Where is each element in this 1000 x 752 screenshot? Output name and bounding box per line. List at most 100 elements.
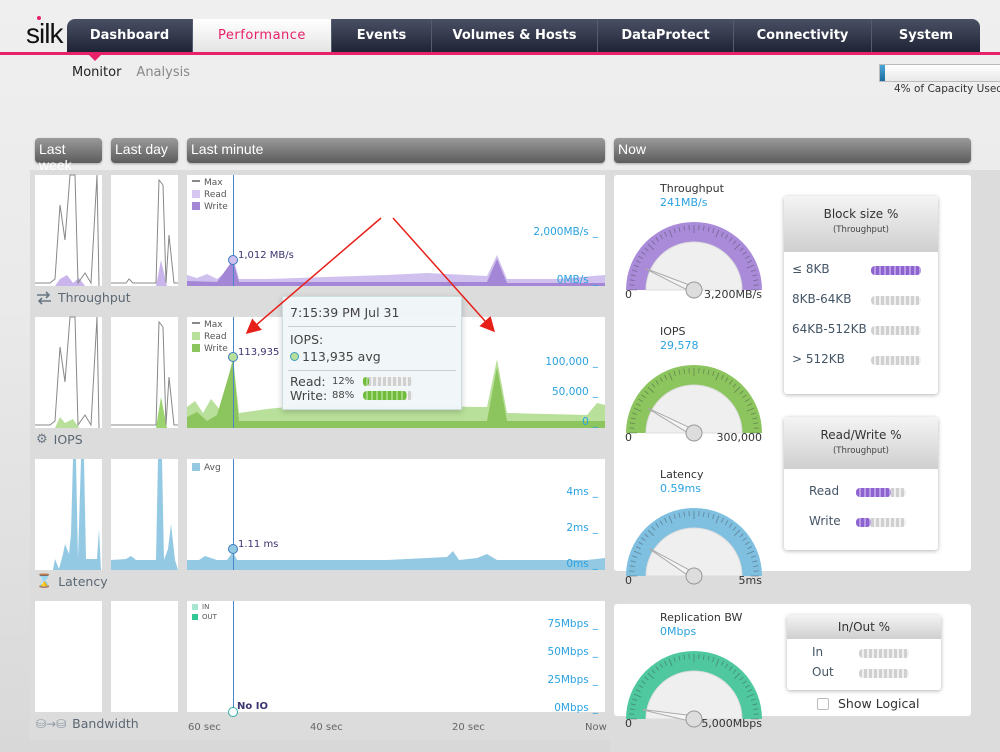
gauge-title: IOPS: [660, 325, 686, 338]
iops-axis-100000: 100,000: [545, 356, 598, 368]
read-write-bar: [856, 488, 906, 497]
latency-day-svg: [111, 459, 178, 570]
throughput-row-label: Throughput: [36, 290, 131, 305]
throughput-point-label: 1,012 MB/s: [238, 250, 294, 261]
block-size-bar: [871, 356, 921, 365]
tooltip-read-bar: [363, 377, 413, 386]
legend-max-swatch: [192, 322, 200, 324]
block-size-bar: [871, 296, 921, 305]
read-write-fill: [856, 518, 871, 527]
read-write-subtitle: (Throughput): [832, 446, 889, 456]
legend-max: Max: [192, 177, 228, 189]
tooltip-time: 7:15:39 PM Jul 31: [290, 305, 400, 320]
gauge-dial: [626, 222, 762, 299]
range-last-day[interactable]: Last day: [111, 138, 178, 163]
tooltip-write-bar: [363, 391, 413, 400]
tab-volumes-hosts[interactable]: Volumes & Hosts: [432, 19, 598, 52]
legend-read-swatch: [192, 332, 200, 340]
bandwidth-legend: IN OUT: [192, 602, 217, 622]
legend-write-swatch: [192, 202, 200, 210]
block-size-label: ≤ 8KB: [792, 262, 830, 276]
legend-out-swatch: [192, 614, 198, 620]
gauge-value: 0Mbps: [660, 625, 697, 638]
throughput-day-chart: [111, 175, 178, 286]
block-size-bar: [871, 266, 921, 275]
in-out-bar: [859, 649, 909, 658]
gauge-max: 5ms: [738, 574, 762, 587]
tooltip-metric: IOPS:: [290, 332, 324, 347]
iops-axis-50000: 50,000: [552, 386, 598, 398]
iops-tooltip: 7:15:39 PM Jul 31 IOPS: 113,935 avg Read…: [282, 296, 462, 410]
throughput-cursor-line[interactable]: [233, 175, 234, 286]
gauge-value: 0.59ms: [660, 482, 701, 495]
block-size-bar: [871, 326, 921, 335]
nav-underline: [0, 52, 1000, 55]
main-nav: Dashboard Performance Events Volumes & H…: [67, 19, 980, 52]
iops-point-label: 113,935: [238, 347, 280, 358]
block-size-subtitle: (Throughput): [832, 225, 889, 235]
gauge-max: 300,000: [716, 431, 763, 444]
legend-read: Read: [192, 189, 228, 201]
capacity-bar: [879, 64, 1000, 82]
tooltip-divider: [288, 370, 456, 371]
subnav: Monitor Analysis: [72, 65, 190, 80]
throughput-legend: Max Read Write: [192, 177, 228, 213]
x-axis-60sec: 60 sec: [188, 722, 221, 733]
legend-read-swatch: [192, 190, 200, 198]
tab-dataprotect[interactable]: DataProtect: [598, 19, 734, 52]
tooltip-read-pct: 12%: [332, 376, 355, 387]
throughput-week-svg: [35, 174, 100, 287]
subnav-monitor[interactable]: Monitor: [72, 65, 121, 80]
x-axis-40sec: 40 sec: [310, 722, 343, 733]
throughput-arrows-icon: [37, 290, 51, 305]
tab-system[interactable]: System: [872, 19, 980, 52]
range-now[interactable]: Now: [614, 138, 971, 163]
logo-dot: [37, 16, 41, 20]
latency-day-area: [111, 459, 178, 570]
tooltip-series-dot: [290, 352, 299, 361]
bandwidth-axis-50: 50Mbps: [548, 646, 598, 658]
read-write-fill: [856, 488, 891, 497]
range-last-minute[interactable]: Last minute: [187, 138, 605, 163]
gauge-needle-tip: [634, 704, 643, 713]
iops-row-label: ⚙ IOPS: [36, 432, 83, 447]
show-logical-checkbox[interactable]: [817, 698, 829, 710]
latency-week-chart: [35, 459, 102, 570]
gauge-value: 29,578: [660, 339, 699, 352]
tab-performance[interactable]: Performance: [193, 19, 332, 52]
throughput-day-max: [111, 178, 178, 284]
show-logical-label[interactable]: Show Logical: [838, 696, 920, 711]
gauge-max: 5,000Mbps: [701, 717, 762, 730]
subnav-analysis[interactable]: Analysis: [136, 65, 190, 80]
gauge-needle-tip: [640, 402, 649, 411]
bandwidth-cursor-line[interactable]: [233, 601, 234, 712]
gauge-dial: [626, 365, 762, 442]
tooltip-write-pct: 88%: [332, 390, 355, 401]
gauge-min: 0: [625, 288, 632, 301]
tab-events[interactable]: Events: [332, 19, 432, 52]
throughput-week-chart: [35, 174, 102, 287]
latency-cursor-point: [228, 544, 238, 554]
legend-out: OUT: [192, 612, 217, 622]
read-write-card: Read/Write % (Throughput) Read Write: [784, 417, 938, 550]
read-write-title: Read/Write %: [820, 428, 902, 442]
capacity-fill: [880, 65, 885, 81]
latency-minute-chart: [187, 459, 605, 570]
throughput-axis-2000: 2,000MB/s: [533, 226, 598, 238]
range-last-week[interactable]: Last week: [35, 138, 102, 173]
iops-week-area: [55, 417, 79, 428]
bandwidth-axis-75: 75Mbps: [548, 618, 598, 630]
capacity-label: 4% of Capacity Used: [894, 83, 1000, 95]
gauge-min: 0: [625, 717, 632, 730]
iops-week-chart: [35, 316, 102, 429]
in-out-label: Out: [812, 665, 834, 679]
tab-connectivity[interactable]: Connectivity: [734, 19, 872, 52]
latency-axis-4ms: 4ms: [566, 486, 598, 498]
in-out-label: In: [812, 645, 824, 659]
gauge-dial: [626, 508, 762, 585]
tab-dashboard[interactable]: Dashboard: [67, 19, 193, 52]
iops-cursor-line[interactable]: [233, 317, 234, 428]
latency-week-svg: [35, 459, 101, 570]
throughput-axis-0: 0MB/s: [557, 274, 598, 286]
gauge-min: 0: [625, 431, 632, 444]
